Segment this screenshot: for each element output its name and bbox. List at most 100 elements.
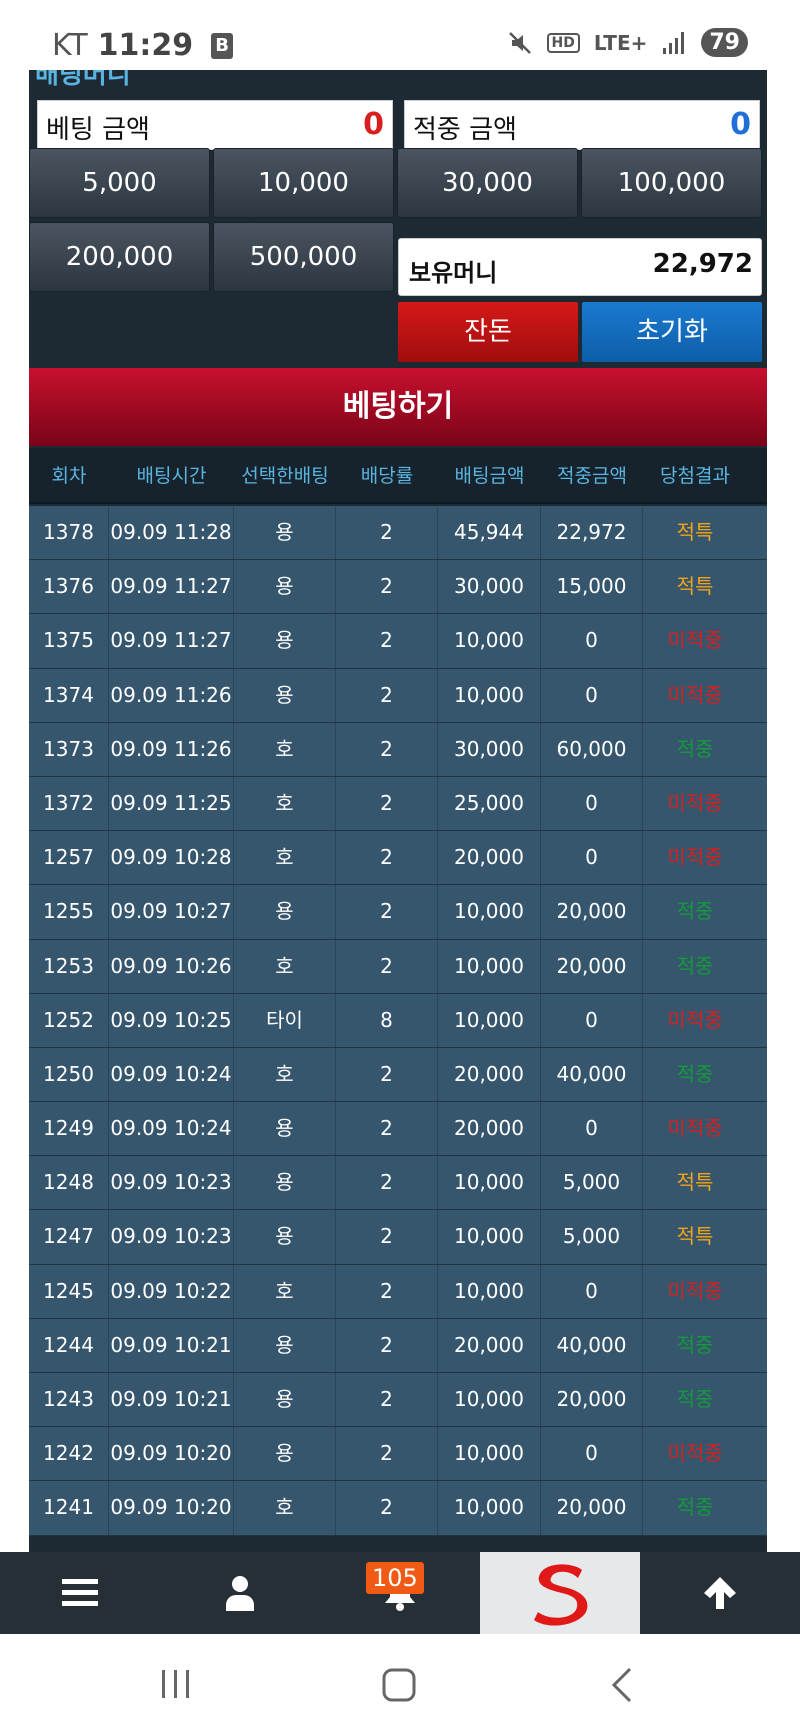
- cell-pick: 용: [234, 614, 336, 668]
- reset-button[interactable]: 초기화: [582, 302, 762, 362]
- cell-result: 미적중: [667, 845, 723, 870]
- cell-round: 1248: [29, 1156, 109, 1210]
- cell-odds: 2: [336, 939, 438, 993]
- cell-win: 60,000: [541, 722, 643, 776]
- cell-pick: 호: [234, 939, 336, 993]
- place-bet-button[interactable]: 베팅하기: [29, 368, 767, 446]
- cell-pick: 용: [234, 1102, 336, 1156]
- cell-win: 15,000: [541, 560, 643, 614]
- cell-time: 09.09 11:28: [109, 506, 234, 560]
- cell-result: 적특: [676, 520, 714, 544]
- cell-win: 0: [541, 1427, 643, 1481]
- table-row: 1244 09.09 10:21 용 2 20,000 40,000 적중: [29, 1318, 767, 1373]
- cell-odds: 2: [336, 1481, 438, 1535]
- cell-result: 적중: [676, 1387, 714, 1411]
- nav-menu[interactable]: [0, 1552, 160, 1634]
- cell-time: 09.09 10:22: [109, 1264, 234, 1318]
- bet-amount-box: 베팅 금액 0: [37, 100, 393, 150]
- panel-title: 배팅머니: [35, 70, 131, 90]
- cell-odds: 8: [336, 993, 438, 1047]
- cell-result: 적중: [676, 736, 714, 761]
- chip-5000-button[interactable]: 5,000: [29, 148, 210, 218]
- cell-odds: 2: [336, 1427, 438, 1481]
- home-icon[interactable]: [380, 1666, 418, 1704]
- cell-win: 0: [541, 1264, 643, 1318]
- cell-pick: 호: [234, 1264, 336, 1318]
- cell-result: 적특: [676, 1170, 714, 1195]
- cell-bet: 20,000: [438, 831, 541, 885]
- cell-bet: 10,000: [438, 939, 541, 993]
- cell-time: 09.09 10:21: [109, 1318, 234, 1372]
- balance-value: 22,972: [652, 249, 753, 279]
- cell-bet: 10,000: [438, 993, 541, 1047]
- chip-100000-button[interactable]: 100,000: [581, 148, 762, 218]
- cell-time: 09.09 11:26: [109, 668, 234, 722]
- back-icon[interactable]: [608, 1666, 636, 1704]
- cell-odds: 2: [336, 885, 438, 939]
- cell-round: 1375: [29, 614, 109, 668]
- cell-win: 0: [541, 668, 643, 722]
- cell-bet: 10,000: [438, 668, 541, 722]
- cell-pick: 용: [234, 560, 336, 614]
- cell-bet: 20,000: [438, 1318, 541, 1372]
- bet-amount-label: 베팅 금액: [46, 115, 150, 145]
- cell-win: 40,000: [541, 1318, 643, 1372]
- chip-30000-button[interactable]: 30,000: [397, 148, 578, 218]
- cell-time: 09.09 11:27: [109, 560, 234, 614]
- chip-500000-button[interactable]: 500,000: [213, 222, 394, 292]
- cell-odds: 2: [336, 1264, 438, 1318]
- table-row: 1243 09.09 10:21 용 2 10,000 20,000 적중: [29, 1373, 767, 1428]
- cell-odds: 2: [336, 614, 438, 668]
- cell-result: 미적중: [667, 1441, 723, 1466]
- cell-round: 1243: [29, 1373, 109, 1427]
- cell-time: 09.09 10:28: [109, 831, 234, 885]
- cell-time: 09.09 10:27: [109, 885, 234, 939]
- recent-apps-icon[interactable]: [158, 1666, 194, 1702]
- cell-bet: 10,000: [438, 1481, 541, 1535]
- chip-200000-button[interactable]: 200,000: [29, 222, 210, 292]
- cell-pick: 호: [234, 831, 336, 885]
- cell-pick: 호: [234, 776, 336, 831]
- change-button[interactable]: 잔돈: [398, 302, 578, 362]
- table-row: 1257 09.09 10:28 호 2 20,000 0 미적중: [29, 831, 767, 886]
- table-row: 1375 09.09 11:27 용 2 10,000 0 미적중: [29, 614, 767, 669]
- mute-icon: [508, 31, 531, 54]
- nav-user[interactable]: [160, 1552, 320, 1634]
- cell-result: 미적중: [667, 1278, 723, 1303]
- cell-pick: 용: [234, 1210, 336, 1264]
- cell-time: 09.09 10:25: [109, 993, 234, 1047]
- cell-bet: 20,000: [438, 1102, 541, 1156]
- cell-time: 09.09 10:24: [109, 1047, 234, 1102]
- menu-icon: [62, 1579, 98, 1606]
- table-row: 1242 09.09 10:20 용 2 10,000 0 미적중: [29, 1427, 767, 1482]
- cell-round: 1378: [29, 506, 109, 560]
- cell-round: 1255: [29, 885, 109, 939]
- nav-scroll-top[interactable]: [640, 1552, 800, 1634]
- table-row: 1247 09.09 10:23 용 2 10,000 5,000 적특: [29, 1210, 767, 1265]
- cell-time: 09.09 10:24: [109, 1102, 234, 1156]
- cell-bet: 30,000: [438, 722, 541, 776]
- cell-time: 09.09 11:26: [109, 722, 234, 776]
- cell-round: 1249: [29, 1102, 109, 1156]
- history-table-header: 회차 배팅시간 선택한배팅 배당률 배팅금액 적중금액 당첨결과: [29, 448, 767, 504]
- status-bar: KT 11:29 B HD LTE+ 79: [0, 0, 800, 70]
- arrow-up-icon: [704, 1577, 736, 1609]
- nav-brand[interactable]: [480, 1552, 640, 1634]
- cell-bet: 10,000: [438, 1210, 541, 1264]
- balance-label: 보유머니: [409, 259, 498, 287]
- cell-bet: 10,000: [438, 885, 541, 939]
- cell-win: 20,000: [541, 885, 643, 939]
- cell-bet: 10,000: [438, 1264, 541, 1318]
- cell-bet: 10,000: [438, 1156, 541, 1210]
- cell-win: 22,972: [541, 506, 643, 560]
- cell-odds: 2: [336, 1102, 438, 1156]
- cell-bet: 25,000: [438, 776, 541, 831]
- chip-10000-button[interactable]: 10,000: [213, 148, 394, 218]
- cell-win: 0: [541, 1102, 643, 1156]
- signal-icon: [663, 31, 685, 54]
- cell-round: 1244: [29, 1318, 109, 1372]
- cell-round: 1372: [29, 776, 109, 831]
- cell-result: 미적중: [667, 628, 723, 653]
- table-row: 1373 09.09 11:26 호 2 30,000 60,000 적중: [29, 722, 767, 777]
- cell-odds: 2: [336, 1318, 438, 1372]
